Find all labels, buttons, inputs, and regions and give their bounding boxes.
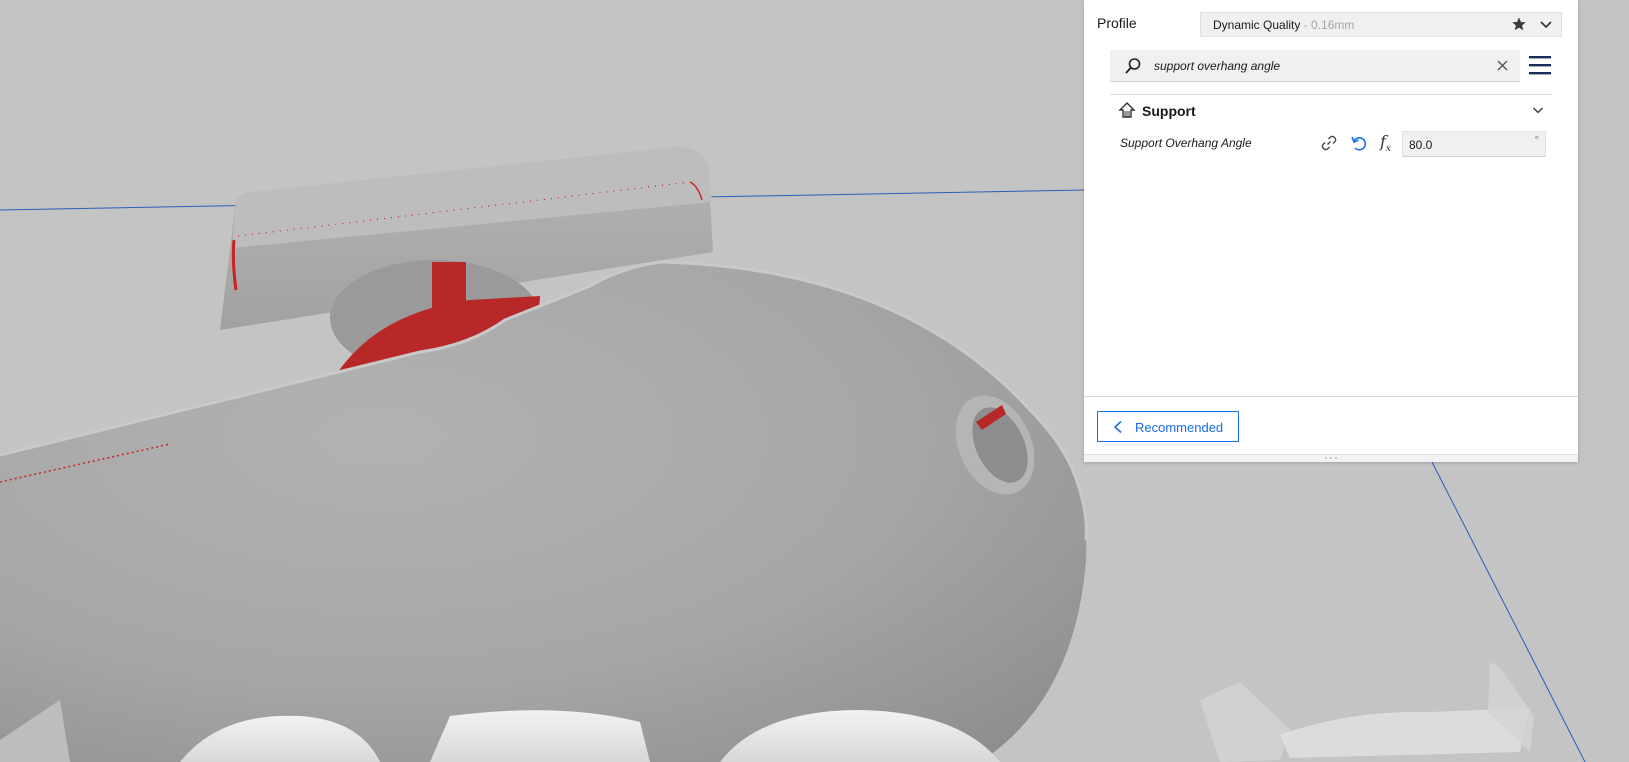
profile-label: Profile <box>1097 15 1137 31</box>
link-icon[interactable] <box>1320 134 1338 152</box>
function-icon[interactable]: fx <box>1380 132 1398 154</box>
panel-resize-handle[interactable] <box>1084 454 1578 462</box>
search-icon <box>1125 58 1141 74</box>
model-body <box>0 260 1088 762</box>
recommended-button[interactable]: Recommended <box>1097 411 1239 442</box>
setting-row-support-overhang-angle: Support Overhang Angle fx 80.0 ° <box>1110 128 1552 158</box>
category-title: Support <box>1142 103 1196 119</box>
search-input[interactable] <box>1154 56 1484 76</box>
setting-value[interactable]: 80.0 <box>1409 138 1432 152</box>
support-icon <box>1118 102 1136 118</box>
setting-value-field[interactable]: 80.0 ° <box>1402 131 1546 157</box>
close-icon[interactable] <box>1497 60 1508 71</box>
print-settings-panel: Profile Dynamic Quality - 0.16mm support… <box>1084 0 1578 462</box>
section-divider <box>1110 94 1552 95</box>
3d-viewport[interactable]: Profile Dynamic Quality - 0.16mm support… <box>0 0 1629 762</box>
hamburger-menu-icon[interactable] <box>1528 54 1552 76</box>
chevron-down-icon[interactable] <box>1539 17 1553 31</box>
profile-name: Dynamic Quality <box>1213 18 1301 32</box>
recommended-label: Recommended <box>1135 420 1224 435</box>
chevron-down-icon[interactable] <box>1532 104 1544 116</box>
setting-unit: ° <box>1534 135 1539 147</box>
setting-label: Support Overhang Angle <box>1120 136 1252 150</box>
chevron-left-icon <box>1113 420 1122 434</box>
profile-dropdown[interactable]: Dynamic Quality - 0.16mm <box>1200 12 1562 37</box>
star-icon[interactable] <box>1511 16 1527 32</box>
category-header-support[interactable]: Support <box>1110 98 1552 124</box>
footer-divider <box>1084 396 1578 397</box>
profile-layer-height: - 0.16mm <box>1300 18 1355 32</box>
reset-icon[interactable] <box>1350 134 1368 152</box>
profile-name-text: Dynamic Quality - 0.16mm <box>1213 18 1354 32</box>
settings-search-box[interactable] <box>1110 50 1520 82</box>
grip-icon <box>1325 457 1337 459</box>
